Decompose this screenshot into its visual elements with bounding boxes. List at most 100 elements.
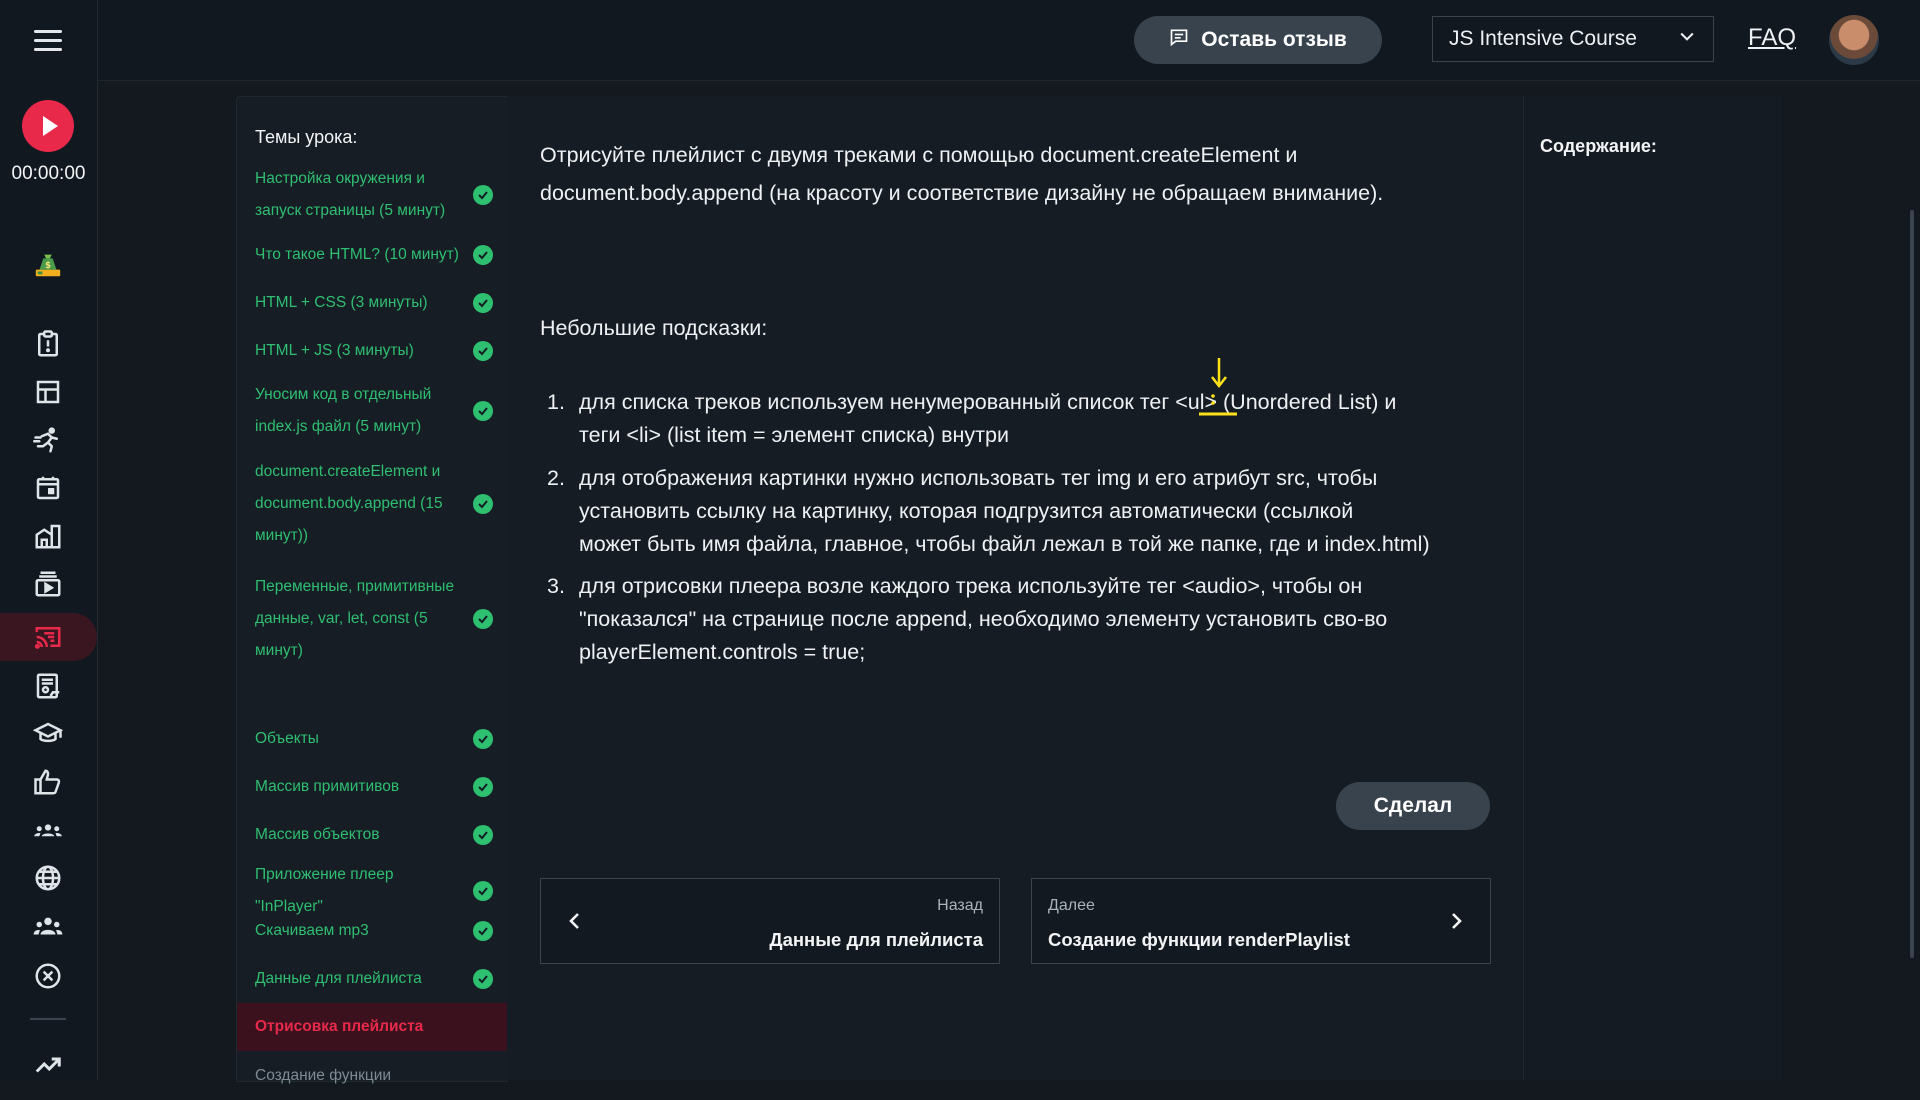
check-circle-icon bbox=[473, 401, 493, 421]
lesson-content: Отрисуйте плейлист с двумя треками с пом… bbox=[507, 96, 1522, 1080]
course-select[interactable]: JS Intensive Course bbox=[1432, 16, 1714, 62]
check-circle-icon bbox=[473, 494, 493, 514]
topic-label: Переменные, примитивные данные, var, let… bbox=[255, 578, 455, 659]
check-circle-icon bbox=[473, 729, 493, 749]
feedback-icon bbox=[1169, 27, 1189, 53]
left-rail: 00:00:00 $ bbox=[0, 0, 98, 1080]
chevron-down-icon bbox=[1677, 26, 1697, 52]
hint-line: теги <li> (list item = элемент списка) в… bbox=[579, 423, 1009, 447]
next-title: Создание функции renderPlaylist bbox=[1048, 929, 1350, 950]
chevron-right-icon bbox=[1452, 913, 1462, 929]
topic-label: document.createElement и document.body.a… bbox=[255, 463, 443, 544]
check-circle-icon bbox=[473, 609, 493, 629]
topic-label: Массив объектов bbox=[255, 826, 380, 843]
clipboard-alert-icon[interactable] bbox=[30, 326, 66, 362]
hint-line: для отображения картинки нужно использов… bbox=[579, 466, 1378, 490]
topic-item[interactable]: Объекты bbox=[237, 715, 507, 763]
topic-item[interactable]: Скачиваем mp3 bbox=[237, 907, 507, 955]
hint-number: 1. bbox=[547, 390, 565, 414]
topics-title: Темы урока: bbox=[255, 127, 358, 147]
prev-label: Назад bbox=[937, 897, 983, 914]
news-icon[interactable] bbox=[30, 668, 66, 704]
topic-label: Данные для плейлиста bbox=[255, 970, 422, 987]
topic-item[interactable]: Массив примитивов bbox=[237, 763, 507, 811]
money-bag-icon[interactable]: $ bbox=[30, 246, 66, 282]
course-select-value: JS Intensive Course bbox=[1449, 27, 1637, 50]
feedback-label: Оставь отзыв bbox=[1201, 28, 1347, 51]
check-circle-icon bbox=[473, 245, 493, 265]
group-small-icon[interactable] bbox=[30, 812, 66, 848]
topic-item[interactable]: HTML + CSS (3 минуты) bbox=[237, 279, 507, 327]
trending-up-icon[interactable] bbox=[30, 1046, 66, 1082]
hint-number: 3. bbox=[547, 574, 565, 598]
video-library-icon[interactable] bbox=[30, 566, 66, 602]
calendar-icon[interactable] bbox=[30, 470, 66, 506]
check-circle-icon bbox=[473, 185, 493, 205]
topic-label: Создание функции bbox=[255, 1067, 392, 1084]
rail-divider bbox=[30, 1018, 66, 1020]
done-button[interactable]: Сделал bbox=[1336, 782, 1490, 830]
toc-title: Содержание: bbox=[1540, 136, 1657, 156]
check-circle-icon bbox=[473, 825, 493, 845]
chevron-left-icon bbox=[569, 913, 579, 929]
play-button[interactable] bbox=[22, 100, 74, 152]
menu-icon[interactable] bbox=[34, 30, 62, 52]
hints-title: Небольшие подсказки: bbox=[540, 316, 768, 340]
hint-line: установить ссылку на картинку, которая п… bbox=[579, 499, 1354, 523]
task-line: document.body.append (на красоту и соотв… bbox=[540, 181, 1384, 205]
prev-lesson-card[interactable]: Назад Данные для плейлиста bbox=[540, 878, 1000, 964]
svg-text:$: $ bbox=[45, 260, 51, 270]
cancel-circle-icon[interactable] bbox=[30, 958, 66, 994]
thumb-up-icon[interactable] bbox=[30, 764, 66, 800]
running-icon[interactable] bbox=[30, 422, 66, 458]
hint-line: для отрисовки плеера возле каждого трека… bbox=[579, 574, 1363, 598]
hint-item: 2. для отображения картинки нужно исполь… bbox=[547, 462, 1479, 561]
check-circle-icon bbox=[473, 921, 493, 941]
cast-icon[interactable] bbox=[30, 619, 66, 655]
top-bar: Оставь отзыв JS Intensive Course FAQ bbox=[98, 0, 1920, 81]
topic-label: Уносим код в отдельный index.js файл (5 … bbox=[255, 386, 432, 435]
graduation-cap-icon[interactable] bbox=[30, 716, 66, 752]
task-description: Отрисуйте плейлист с двумя треками с пом… bbox=[540, 136, 1500, 212]
task-line: Отрисуйте плейлист с двумя треками с пом… bbox=[540, 143, 1298, 167]
hint-line: для списка треков используем ненумерован… bbox=[579, 390, 1397, 414]
topic-label: Настройка окружения и запуск страницы (5… bbox=[255, 170, 446, 219]
topic-label: Массив примитивов bbox=[255, 778, 400, 795]
hint-line: playerElement.controls = true; bbox=[579, 640, 866, 664]
topic-item[interactable]: Что такое HTML? (10 минут) bbox=[237, 231, 507, 279]
topic-item[interactable]: Настройка окружения и запуск страницы (5… bbox=[237, 159, 507, 231]
topic-item[interactable]: Массив объектов bbox=[237, 811, 507, 859]
next-label: Далее bbox=[1048, 897, 1095, 914]
topic-label: HTML + CSS (3 минуты) bbox=[255, 294, 428, 311]
timer: 00:00:00 bbox=[11, 163, 86, 184]
topic-item[interactable]: Отрисовка плейлиста bbox=[237, 1003, 507, 1051]
check-circle-icon bbox=[473, 293, 493, 313]
topic-item[interactable]: document.createElement и document.body.a… bbox=[237, 447, 507, 561]
topic-item[interactable]: Данные для плейлиста bbox=[237, 955, 507, 1003]
check-circle-icon bbox=[473, 881, 493, 901]
hint-item: 3. для отрисовки плеера возле каждого тр… bbox=[547, 570, 1479, 669]
check-circle-icon bbox=[473, 341, 493, 361]
globe-icon[interactable] bbox=[30, 860, 66, 896]
topic-label: Отрисовка плейлиста bbox=[255, 1018, 424, 1035]
topic-label: HTML + JS (3 минуты) bbox=[255, 342, 414, 359]
topic-item[interactable]: Уносим код в отдельный index.js файл (5 … bbox=[237, 375, 507, 447]
topic-item[interactable]: HTML + JS (3 минуты) bbox=[237, 327, 507, 375]
next-lesson-card[interactable]: Далее Создание функции renderPlaylist bbox=[1031, 878, 1491, 964]
leave-feedback-button[interactable]: Оставь отзыв bbox=[1134, 16, 1382, 64]
topic-label: Скачиваем mp3 bbox=[255, 922, 369, 939]
hint-line: может быть имя файла, главное, чтобы фай… bbox=[579, 532, 1430, 556]
faq-link[interactable]: FAQ bbox=[1748, 24, 1796, 52]
hint-item: 1. для списка треков используем ненумеро… bbox=[547, 386, 1479, 452]
topic-item[interactable]: Переменные, примитивные данные, var, let… bbox=[237, 562, 507, 676]
annotation-arrow-icon bbox=[1199, 358, 1237, 416]
topic-item[interactable]: Создание функции bbox=[237, 1052, 507, 1100]
user-avatar[interactable] bbox=[1829, 15, 1879, 65]
prev-title: Данные для плейлиста bbox=[769, 929, 983, 950]
hint-number: 2. bbox=[547, 466, 565, 490]
team-icon[interactable] bbox=[30, 909, 66, 945]
topic-label: Объекты bbox=[255, 730, 319, 747]
page-scrollbar[interactable] bbox=[1910, 210, 1914, 958]
buildings-icon[interactable] bbox=[30, 518, 66, 554]
dashboard-icon[interactable] bbox=[30, 374, 66, 410]
